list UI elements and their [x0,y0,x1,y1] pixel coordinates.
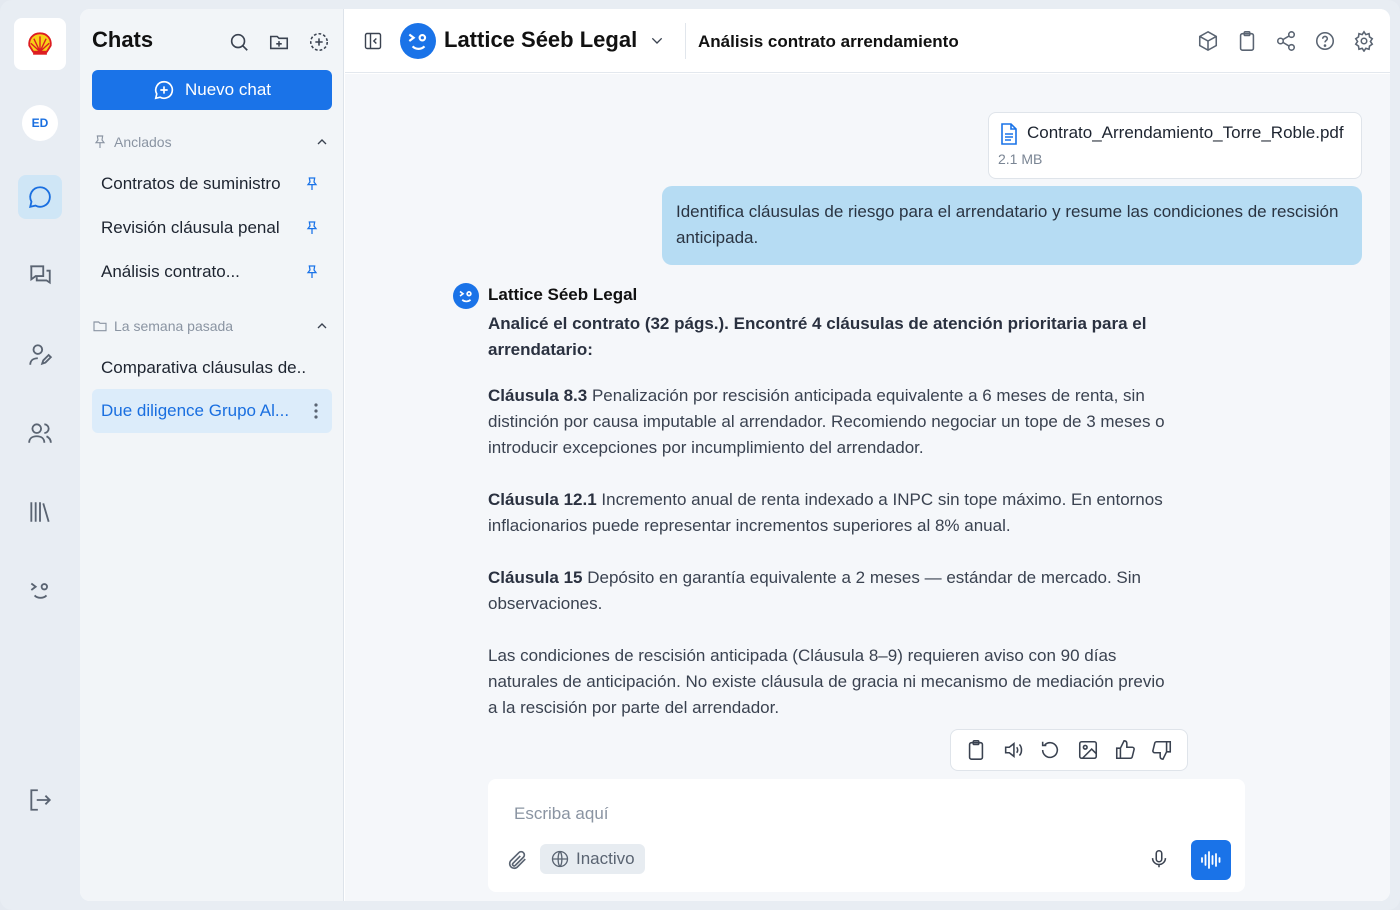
avatar[interactable]: ED [22,105,58,141]
package-icon[interactable] [1196,29,1220,53]
chat-plus-icon [154,80,174,100]
help-icon[interactable] [1313,29,1337,53]
chat-item[interactable]: Comparativa cláusulas de... [92,346,332,390]
audio-waveform-icon [1201,851,1221,869]
web-search-toggle[interactable]: Inactivo [540,844,645,874]
logout-icon[interactable] [18,778,62,822]
chat-item-label: Contratos de suministro [101,174,281,193]
shell-logo-icon[interactable] [14,18,66,70]
pin-icon[interactable] [304,176,320,192]
assistant-face-icon [408,33,427,50]
clause-text: Penalización por rescisión anticipada eq… [488,386,1165,457]
pin-icon[interactable] [304,220,320,236]
clipboard-icon[interactable] [1235,29,1259,53]
document-icon [1001,123,1017,145]
chat-icon[interactable] [18,175,62,219]
collapse-sidebar-icon[interactable] [363,31,383,51]
voice-mode-button[interactable] [1191,840,1231,880]
user-message: Identifica cláusulas de riesgo para el a… [662,186,1362,265]
assistant-message: Analicé el contrato (32 págs.). Encontré… [488,311,1178,747]
icon-rail: ED [0,0,80,910]
assistant-face-icon[interactable] [18,568,62,612]
chat-header: Lattice Séeb Legal Análisis contrato arr… [345,9,1390,73]
library-icon[interactable] [18,490,62,534]
new-chat-button[interactable]: Nuevo chat [92,70,332,110]
assistant-avatar [453,283,479,309]
pinned-section-header[interactable]: Anclados [92,132,332,152]
message-composer: Escriba aquí Inactivo [488,779,1245,892]
sidebar-title: Chats [92,27,154,52]
new-folder-icon[interactable] [266,29,292,55]
chat-item-label: Revisión cláusula penal [101,218,280,237]
chat-sidebar: Chats Nuevo chat Anclados Contratos de s… [80,9,344,901]
user-edit-icon[interactable] [18,333,62,377]
settings-gear-icon[interactable] [1352,29,1376,53]
main-panel: Chats Nuevo chat Anclados Contratos de s… [80,9,1390,901]
assistant-avatar [400,23,436,59]
last-week-section-label: La semana pasada [114,318,234,334]
microphone-icon[interactable] [1148,848,1170,870]
assistant-selector[interactable]: Lattice Séeb Legal [444,27,637,53]
new-temporary-chat-icon[interactable] [306,29,332,55]
speaker-icon[interactable] [1001,738,1025,762]
chat-item-label: Due diligence Grupo Al... [101,401,290,420]
chevron-up-icon[interactable] [314,134,330,150]
answer-clause: Cláusula 8.3 Penalización por rescisión … [488,383,1178,461]
pin-icon[interactable] [304,264,320,280]
answer-closing: Las condiciones de rescisión anticipada … [488,646,1165,717]
clause-ref: Cláusula 15 [488,568,583,587]
clause-text: Depósito en garantía equivalente a 2 mes… [488,568,1142,613]
chat-item-label: Análisis contrato... [101,262,240,281]
copy-icon[interactable] [964,738,988,762]
share-icon[interactable] [1274,29,1298,53]
chat-item-selected[interactable]: Due diligence Grupo Al... [92,389,332,433]
chevron-up-icon[interactable] [314,318,330,334]
pinned-chat-item[interactable]: Revisión cláusula penal [92,206,332,250]
conversation-area: Contrato_Arrendamiento_Torre_Roble.pdf 2… [345,74,1390,901]
search-icon[interactable] [226,29,252,55]
new-chat-label: Nuevo chat [185,80,271,99]
users-icon[interactable] [18,411,62,455]
last-week-section-header[interactable]: La semana pasada [92,316,332,336]
app-window: ED Chats Nuevo chat Anclados Contratos d… [0,0,1400,910]
clause-ref: Cláusula 12.1 [488,490,597,509]
thumbs-up-icon[interactable] [1113,738,1137,762]
assistant-face-icon [459,290,472,303]
thumbs-down-icon[interactable] [1150,738,1174,762]
message-actions-toolbar [950,729,1188,771]
pinned-chat-item[interactable]: Contratos de suministro [92,162,332,206]
divider [685,23,686,59]
pin-icon [94,135,106,148]
clause-ref: Cláusula 8.3 [488,386,588,405]
chat-title: Análisis contrato arrendamiento [698,32,959,51]
paperclip-icon[interactable] [506,849,528,871]
assistant-message-author: Lattice Séeb Legal [488,285,638,304]
image-icon[interactable] [1076,738,1100,762]
answer-intro: Analicé el contrato (32 págs.). Encontré… [488,314,1147,359]
pinned-section-label: Anclados [114,134,172,150]
conversations-icon[interactable] [18,253,62,297]
chevron-down-icon[interactable] [647,33,667,49]
attachment-file-size: 2.1 MB [998,151,1043,167]
regenerate-icon[interactable] [1038,738,1062,762]
message-input[interactable]: Escriba aquí [514,804,609,824]
more-vertical-icon[interactable] [314,403,318,419]
pinned-chat-item[interactable]: Análisis contrato... [92,250,332,294]
answer-clause: Cláusula 12.1 Incremento anual de renta … [488,487,1178,539]
web-search-status: Inactivo [576,849,635,868]
attachment-card[interactable]: Contrato_Arrendamiento_Torre_Roble.pdf 2… [988,112,1362,179]
attachment-file-name: Contrato_Arrendamiento_Torre_Roble.pdf [1027,123,1344,142]
chat-item-label: Comparativa cláusulas de... [101,358,306,377]
folder-icon [93,321,107,332]
answer-clause: Cláusula 15 Depósito en garantía equival… [488,565,1178,617]
globe-icon [551,850,569,868]
